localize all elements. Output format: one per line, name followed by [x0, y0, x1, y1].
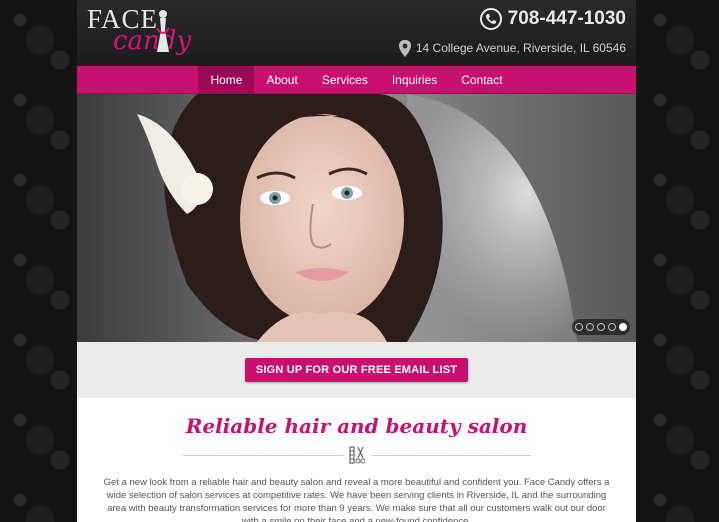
logo-woman-figure-icon — [156, 10, 170, 52]
hero-bride-image — [137, 94, 577, 342]
header-phone[interactable]: 708-447-1030 — [479, 6, 626, 32]
section-divider — [99, 446, 614, 464]
address-text: 14 College Avenue, Riverside, IL 60546 — [415, 41, 626, 55]
slider-dot-2[interactable] — [586, 323, 594, 331]
slider-dot-5[interactable] — [619, 323, 627, 331]
intro-paragraph: Get a new look from a reliable hair and … — [103, 477, 610, 522]
nav-item-contact[interactable]: Contact — [449, 66, 514, 93]
nav-item-home[interactable]: Home — [198, 66, 255, 93]
divider-line-left — [182, 454, 343, 456]
email-signup-button[interactable]: SIGN UP FOR OUR FREE EMAIL LIST — [244, 358, 469, 382]
phone-icon — [479, 8, 502, 30]
header-address: 14 College Avenue, Riverside, IL 60546 — [398, 38, 626, 58]
hero-slider[interactable] — [77, 94, 636, 342]
slider-pagination — [572, 319, 630, 335]
comb-scissors-icon — [348, 446, 365, 464]
face-candy-logo[interactable]: FACE candy — [87, 4, 207, 64]
slider-dot-4[interactable] — [608, 323, 616, 331]
nav-item-about[interactable]: About — [254, 66, 309, 93]
divider-line-right — [370, 454, 531, 456]
phone-number: 708-447-1030 — [507, 8, 626, 29]
map-pin-icon — [398, 39, 411, 57]
intro-section: Reliable hair and beauty salon Get a new… — [77, 398, 636, 522]
intro-heading: Reliable hair and beauty salon — [185, 414, 528, 438]
slider-dot-3[interactable] — [597, 323, 605, 331]
main-nav: Home About Services Inquiries Contact — [77, 66, 636, 94]
nav-item-services[interactable]: Services — [310, 66, 380, 93]
page-container: FACE candy 708-447-1030 14 College Avenu… — [77, 0, 636, 522]
site-header: FACE candy 708-447-1030 14 College Avenu… — [77, 0, 636, 66]
slider-dot-1[interactable] — [575, 323, 583, 331]
nav-item-inquiries[interactable]: Inquiries — [380, 66, 449, 93]
signup-band: SIGN UP FOR OUR FREE EMAIL LIST — [77, 342, 636, 398]
